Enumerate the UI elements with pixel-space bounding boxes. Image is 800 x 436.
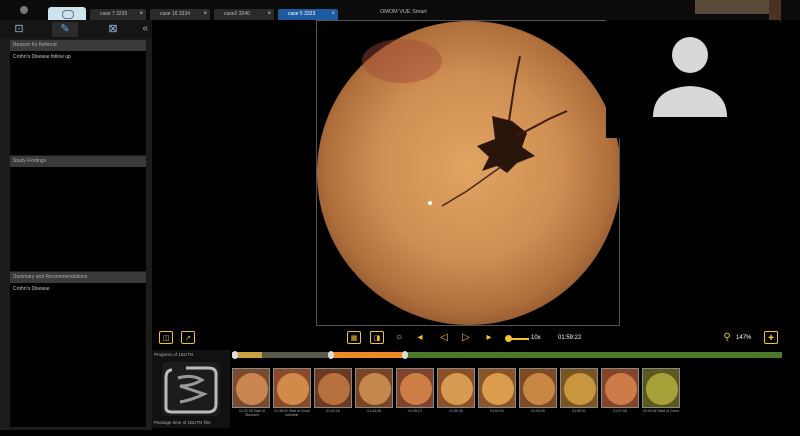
thumbnail[interactable] [519, 368, 557, 408]
capsule-icon[interactable]: ○ [392, 331, 406, 344]
export-icon[interactable]: ↗ [181, 331, 195, 344]
thumbnail[interactable] [437, 368, 475, 408]
thumbnail[interactable] [314, 368, 352, 408]
zoom-value: 147% [736, 335, 752, 341]
thumbnail-caption: 01:43:48 [367, 409, 381, 413]
tab-label: case 16 3334 [160, 11, 191, 17]
endoscopy-video[interactable] [316, 20, 620, 326]
thumbnail-caption: 01:38:02 Start of Small intestine [274, 409, 310, 417]
tab-case-5[interactable]: case 5 3323 × [278, 9, 338, 20]
step-back-icon[interactable]: ◂ [414, 331, 426, 344]
summary-textarea[interactable]: Crohn's Disease [10, 283, 146, 427]
tab-case-7[interactable]: case 7 3235 × [90, 9, 146, 20]
section-header-findings: Study Findings [10, 156, 146, 167]
close-icon[interactable]: × [203, 9, 207, 20]
thumbnail[interactable] [478, 368, 516, 408]
summary-text: Crohn's Disease [13, 286, 50, 292]
report-icon[interactable]: ⊠ [100, 22, 126, 37]
thumbnail-caption: 01:45:12 [408, 409, 422, 413]
timeline-segment [262, 352, 332, 358]
thumbnail-strip: 01:02:35 Start of Stomach 01:38:02 Start… [232, 368, 682, 428]
step-forward-icon[interactable]: ▸ [483, 331, 495, 344]
close-icon[interactable]: × [331, 9, 335, 20]
thumbnail[interactable] [560, 368, 598, 408]
playback-controls: ◫ ↗ ▦ ◨ ○ ◂ ◁ ▷ ▸ 10x 01:59:22 ⚲ 147% ✚ [152, 326, 792, 350]
tab-label: case2 3240 [224, 11, 250, 17]
thumbnail-caption: 01:53:40 [531, 409, 545, 413]
thumbnail[interactable] [355, 368, 393, 408]
thumbnail-caption: 01:50:26 [449, 409, 463, 413]
endoscopy-image [317, 21, 619, 325]
thumbnail[interactable] [232, 368, 270, 408]
progress-panel: Progress of 1BUTN Passage time of 1BUTN … [152, 350, 230, 428]
capture-icon[interactable]: ⊡ [6, 22, 32, 37]
progress-footer: Passage time of 1BUTN film [154, 420, 211, 425]
webcam-preview [695, 0, 781, 22]
tab-case-16[interactable]: case 16 3334 × [150, 9, 210, 20]
app-title: OMOM VUE Smart [380, 9, 427, 15]
thumbnail[interactable] [396, 368, 434, 408]
fullscreen-icon[interactable]: ✚ [764, 331, 778, 344]
section-header-summary: Summary and Recommendations [10, 272, 146, 283]
single-view-icon[interactable]: ▦ [347, 331, 361, 344]
thumbnail[interactable] [601, 368, 639, 408]
thumbnail-caption: 01:52:04 [490, 409, 504, 413]
video-timeline[interactable] [232, 351, 782, 359]
progress-title: Progress of 1BUTN [154, 352, 194, 357]
screenshot-icon[interactable]: ◫ [159, 331, 173, 344]
findings-textarea[interactable] [10, 167, 146, 271]
timeline-segment [404, 352, 782, 358]
dual-view-icon[interactable]: ◨ [370, 331, 384, 344]
close-icon[interactable]: × [139, 9, 143, 20]
play-icon[interactable]: ▷ [459, 331, 473, 344]
edit-icon[interactable]: ✎ [52, 22, 78, 37]
speed-slider-handle[interactable] [505, 335, 512, 342]
close-icon[interactable]: × [267, 9, 271, 20]
report-panel: ⊡ ✎ ⊠ « Reason for Referral Crohn's Dise… [0, 20, 152, 430]
referral-textarea[interactable]: Crohn's Disease follow up [10, 51, 146, 155]
tab-label: case 7 3235 [100, 11, 128, 17]
zoom-icon[interactable]: ⚲ [720, 331, 734, 344]
speed-slider[interactable] [509, 338, 529, 340]
thumbnail-caption: 01:55:31 [572, 409, 586, 413]
referral-text: Crohn's Disease follow up [13, 54, 71, 60]
intestine-map-icon [162, 362, 220, 416]
collapse-icon[interactable]: « [142, 23, 148, 34]
speed-value: 10x [531, 335, 541, 341]
panel-toolbar: ⊡ ✎ ⊠ « [0, 20, 152, 39]
app-logo-icon [20, 6, 28, 14]
tab-label: case 5 3323 [288, 11, 316, 17]
thumbnail[interactable] [642, 368, 680, 408]
timeline-segment [332, 352, 404, 358]
video-call-tile [606, 20, 780, 138]
thumbnail-caption: 02:03:46 Start of Colon [643, 409, 679, 413]
section-header-referral: Reason for Referral [10, 40, 146, 51]
user-avatar-icon [653, 37, 727, 117]
tab-case-2[interactable]: case2 3240 × [214, 9, 274, 20]
thumbnail[interactable] [273, 368, 311, 408]
home-tab[interactable] [48, 7, 86, 20]
timeline-playhead[interactable] [328, 351, 334, 359]
timeline-end-handle[interactable] [402, 351, 408, 359]
thumbnail-caption: 01:42:16 [326, 409, 340, 413]
timeline-start-handle[interactable] [232, 351, 238, 359]
play-reverse-icon[interactable]: ◁ [437, 331, 451, 344]
top-tab-bar: case 7 3235 × case 16 3334 × case2 3240 × c… [0, 0, 800, 20]
thumbnail-caption: 01:02:35 Start of Stomach [239, 409, 265, 417]
time-display: 01:59:22 [558, 335, 582, 341]
thumbnail-caption: 01:57:08 [613, 409, 627, 413]
